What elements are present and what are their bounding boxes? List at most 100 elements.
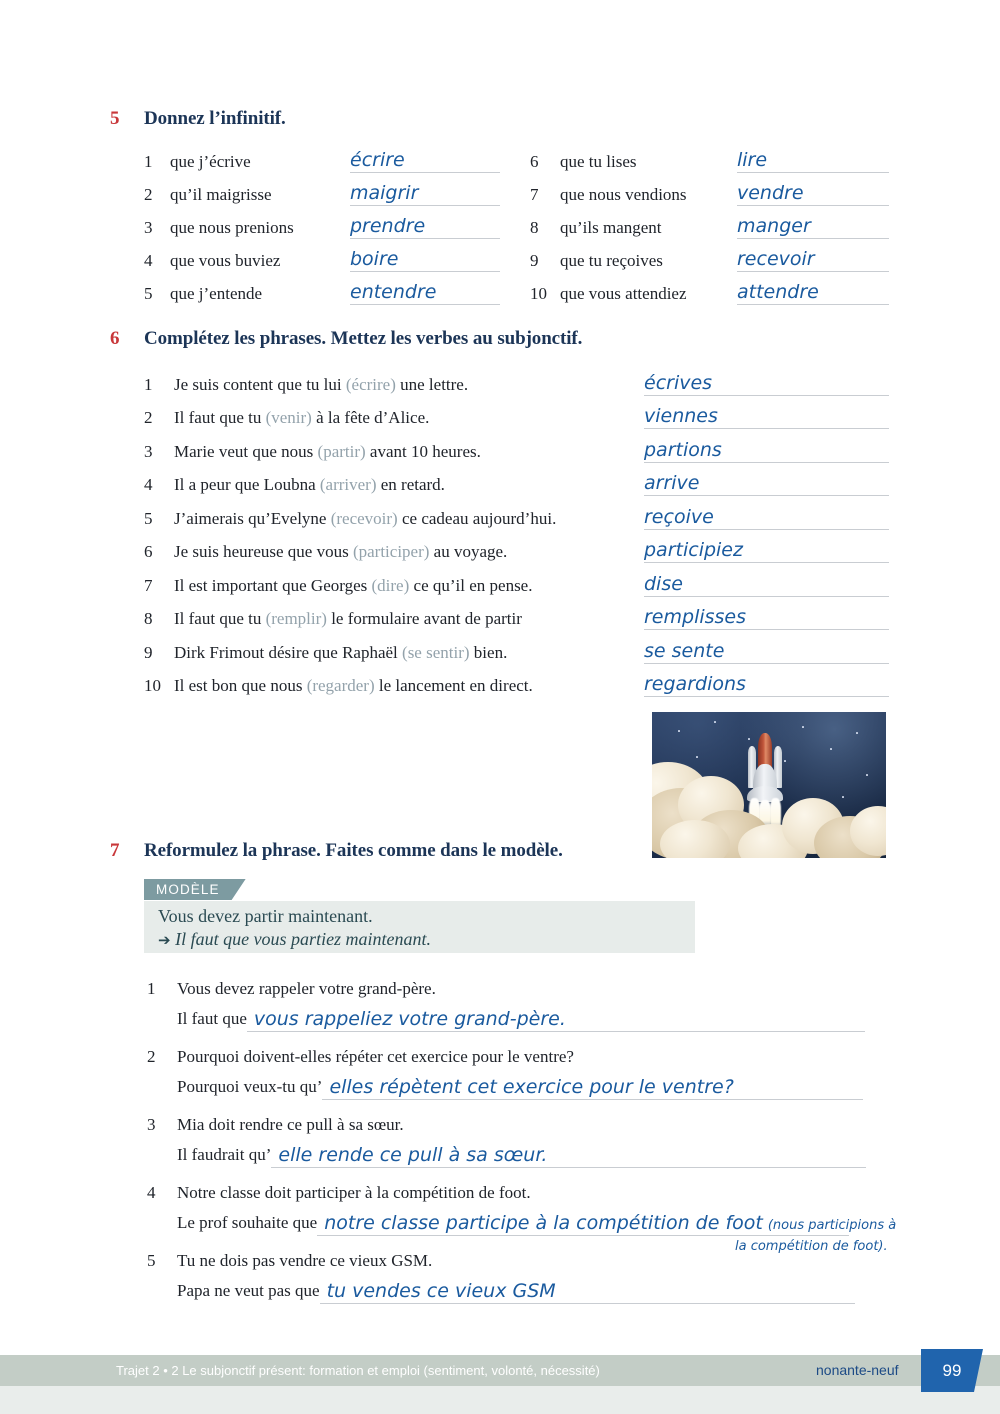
- answer-field[interactable]: écrire: [350, 145, 500, 173]
- item-number: 4: [144, 475, 153, 494]
- answer-field[interactable]: elles répètent cet exercice pour le vent…: [322, 1074, 864, 1100]
- infinitive-hint: (remplir): [265, 609, 327, 628]
- item-number: 2: [144, 185, 153, 204]
- answer-text: prendre: [350, 215, 426, 237]
- infinitive-hint: (dire): [371, 575, 410, 595]
- answer-text: écrives: [644, 371, 713, 394]
- star-icon: [830, 748, 832, 750]
- answer-text: arrive: [644, 472, 700, 494]
- exercise-6-item: 9 Dirk Frimout désire que Raphaël (se se…: [144, 630, 889, 664]
- exercise-5-item: 4 que vous buviez boire: [144, 239, 514, 272]
- sentence-after: le lancement en direct.: [374, 676, 533, 695]
- arrow-icon: ➔: [158, 931, 171, 949]
- exercise-6-item: 1 Je suis content que tu lui (écrire) un…: [144, 362, 889, 396]
- exercise-7-answer-row: Papa ne veut pas que tu vendes ce vieux …: [177, 1278, 855, 1304]
- answer-text: regardions: [644, 673, 746, 695]
- star-icon: [856, 732, 858, 734]
- answer-field[interactable]: remplisses: [644, 602, 889, 630]
- item-number: 2: [144, 408, 153, 427]
- answer-field[interactable]: partions: [644, 435, 889, 463]
- item-sentence: J’aimerais qu’Evelyne (recevoir) ce cade…: [174, 508, 644, 530]
- sentence-before: Il faut que tu: [174, 408, 266, 427]
- answer-text: se sente: [644, 639, 725, 662]
- answer-text-extra-line2: la compétition de foot).: [735, 1239, 888, 1254]
- item-prompt: que tu reçoives: [560, 251, 663, 270]
- exercise-5-item: 1 que j’écrive écrire: [144, 140, 514, 173]
- answer-field[interactable]: dise: [644, 569, 889, 597]
- item-prompt: que nous vendions: [560, 185, 687, 204]
- sentence-after: bien.: [469, 642, 508, 662]
- answer-field[interactable]: vendre: [737, 178, 889, 206]
- answer-field[interactable]: recevoir: [737, 244, 889, 272]
- exercise-7-answer-row: Pourquoi veux-tu qu’ elles répètent cet …: [177, 1074, 864, 1100]
- star-icon: [842, 796, 844, 798]
- sentence-after: le formulaire avant de partir: [326, 609, 522, 628]
- answer-field[interactable]: prendre: [350, 211, 500, 239]
- answer-field[interactable]: reçoive: [644, 502, 889, 530]
- star-icon: [802, 726, 804, 728]
- answer-field[interactable]: notre classe participe à la compétition …: [317, 1210, 896, 1236]
- answer-field[interactable]: manger: [737, 211, 889, 239]
- infinitive-hint: (se sentir): [402, 642, 470, 662]
- item-prompt: que vous buviez: [170, 251, 281, 270]
- answer-text: entendre: [350, 281, 437, 303]
- answer-field[interactable]: attendre: [737, 277, 889, 305]
- question-text: Pourquoi doivent-elles répéter cet exerc…: [177, 1047, 574, 1066]
- footer-page-word: nonante-neuf: [816, 1362, 899, 1378]
- answer-field[interactable]: tu vendes ce vieux GSM: [319, 1278, 855, 1304]
- exercise-6-number: 6: [110, 328, 120, 349]
- answer-text: elle rende ce pull à sa sœur.: [278, 1144, 548, 1166]
- answer-field[interactable]: participiez: [644, 535, 889, 563]
- sentence-after: en retard.: [376, 475, 445, 494]
- answer-field[interactable]: viennes: [644, 401, 889, 429]
- answer-field[interactable]: elle rende ce pull à sa sœur.: [271, 1142, 867, 1168]
- answer-field[interactable]: regardions: [644, 669, 889, 697]
- item-number: 2: [147, 1047, 156, 1066]
- exercise-6-item: 7 Il est important que Georges (dire) ce…: [144, 563, 889, 597]
- exercise-5-item: 9 que tu reçoives recevoir: [530, 239, 900, 272]
- star-icon: [866, 774, 868, 776]
- exercise-7-question: 5 Tu ne dois pas vendre ce vieux GSM.: [147, 1251, 432, 1271]
- exercise-7-title: Reformulez la phrase. Faites comme dans …: [144, 840, 563, 861]
- answer-text: lire: [737, 149, 768, 171]
- answer-text: viennes: [644, 405, 718, 427]
- exercise-7-question: 1 Vous devez rappeler votre grand-père.: [147, 979, 436, 999]
- question-text: Notre classe doit participer à la compét…: [177, 1183, 531, 1202]
- star-icon: [714, 721, 716, 723]
- answer-field[interactable]: vous rappeliez votre grand-père.: [246, 1006, 865, 1032]
- exercise-6-title: Complétez les phrases. Mettez les verbes…: [144, 328, 583, 349]
- sentence-after: ce cadeau aujourd’hui.: [397, 508, 557, 528]
- answer-field[interactable]: entendre: [350, 277, 500, 305]
- sentence-before: Dirk Frimout désire que Raphaël: [174, 642, 403, 662]
- star-icon: [678, 730, 680, 732]
- item-number: 9: [144, 642, 153, 662]
- item-number: 4: [147, 1183, 156, 1202]
- answer-field[interactable]: écrives: [644, 368, 889, 396]
- page-bottom-band: [0, 1386, 1000, 1414]
- modele-line-2: ➔ Il faut que vous partiez maintenant.: [158, 928, 431, 951]
- answer-field[interactable]: maigrir: [350, 178, 500, 206]
- item-number: 5: [144, 284, 153, 303]
- item-number: 8: [144, 609, 153, 628]
- item-sentence: Il faut que tu (venir) à la fête d’Alice…: [174, 407, 644, 429]
- item-number: 9: [530, 251, 539, 270]
- item-prompt: que j’entende: [170, 284, 263, 303]
- item-prompt: que vous attendiez: [560, 284, 687, 303]
- item-number: 6: [144, 542, 153, 561]
- exercise-5-item: 3 que nous prenions prendre: [144, 206, 514, 239]
- answer-text: vous rappeliez votre grand-père.: [253, 1008, 566, 1030]
- answer-field[interactable]: se sente: [644, 636, 889, 664]
- workbook-page: 5 Donnez l’infinitif. 1 que j’écrive écr…: [0, 0, 1000, 1414]
- infinitive-hint: (regarder): [306, 676, 375, 695]
- exercise-6-item: 10 Il est bon que nous (regarder) le lan…: [144, 664, 889, 697]
- answer-text: partions: [644, 438, 722, 461]
- footer-breadcrumb: Trajet 2 • 2 Le subjonctif présent: form…: [116, 1363, 600, 1378]
- answer-field[interactable]: boire: [350, 244, 500, 272]
- sentence-before: Je suis content que tu lui: [174, 374, 346, 394]
- answer-field[interactable]: arrive: [644, 468, 889, 496]
- answer-field[interactable]: lire: [737, 145, 889, 173]
- answer-text: recevoir: [737, 248, 815, 270]
- answer-text: attendre: [737, 281, 819, 303]
- answer-text: manger: [737, 215, 811, 237]
- exercise-5-left-column: 1 que j’écrive écrire 2 qu’il maigrisse …: [144, 140, 514, 305]
